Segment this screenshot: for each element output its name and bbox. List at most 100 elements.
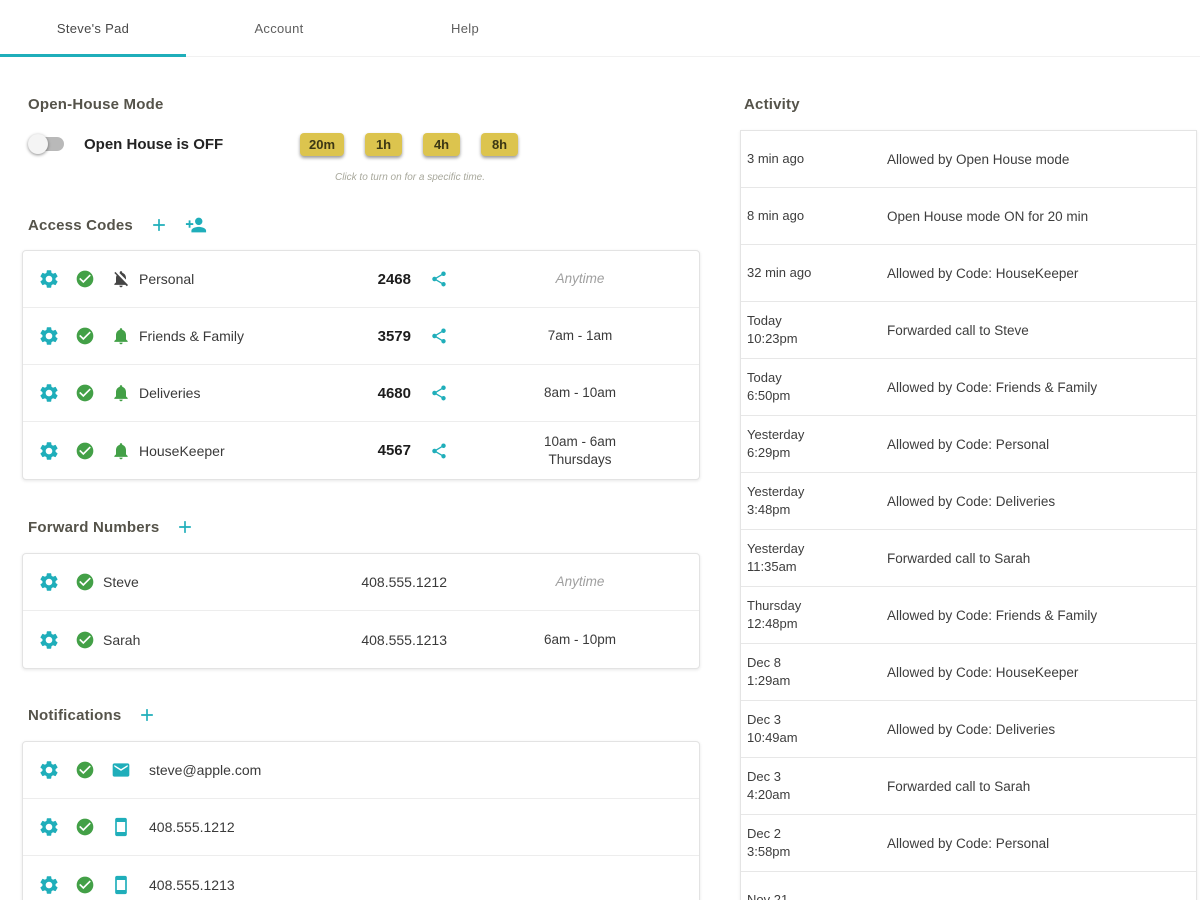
enabled-check-icon[interactable] [67, 383, 103, 403]
activity-time-line2: 11:35am [747, 559, 797, 574]
access-code-schedule: 8am - 10am [461, 384, 699, 402]
forward-numbers-card: Steve 408.555.1212 Anytime Sarah 408.555… [22, 553, 700, 669]
enabled-check-icon[interactable] [67, 441, 103, 461]
activity-time: Dec 8 1:29am [747, 654, 887, 690]
activity-description: Open House mode ON for 20 min [887, 208, 1089, 224]
share-icon[interactable] [417, 384, 461, 402]
access-code-value: 4680 [377, 384, 411, 402]
activity-time: 8 min ago [747, 207, 887, 225]
settings-gear-icon[interactable] [31, 382, 67, 404]
activity-time: Today 10:23pm [747, 312, 887, 348]
activity-row: 8 min ago Open House mode ON for 20 min [741, 188, 1196, 245]
activity-time: Nov 21 [747, 891, 887, 900]
forward-phone-number: 408.555.1212 [361, 574, 447, 590]
schedule-line1: 7am - 1am [547, 328, 613, 343]
forward-schedule: 6am - 10pm [461, 631, 699, 649]
duration-4h-button[interactable]: 4h [423, 133, 461, 156]
activity-row: Nov 21 [741, 872, 1196, 900]
forward-numbers-heading: Forward Numbers [28, 517, 195, 537]
access-code-schedule: Anytime [461, 270, 699, 288]
bell-slot[interactable] [103, 326, 139, 346]
activity-row: Dec 3 4:20am Forwarded call to Sarah [741, 758, 1196, 815]
settings-gear-icon[interactable] [31, 571, 67, 593]
activity-time: Yesterday 6:29pm [747, 426, 887, 462]
duration-8h-button[interactable]: 8h [481, 133, 519, 156]
open-house-toggle[interactable] [28, 133, 66, 155]
schedule-line1: 8am - 10am [543, 385, 617, 400]
settings-gear-icon[interactable] [31, 874, 67, 896]
activity-description: Allowed by Code: Deliveries [887, 721, 1056, 737]
duration-1h-button[interactable]: 1h [365, 133, 403, 156]
activity-description: Allowed by Code: HouseKeeper [887, 664, 1079, 680]
activity-time: Dec 3 10:49am [747, 711, 887, 747]
enabled-check-icon[interactable] [67, 630, 103, 650]
access-codes-card: Personal 2468 Anytime Friends & Family 3… [22, 250, 700, 480]
activity-row: 3 min ago Allowed by Open House mode [741, 131, 1196, 188]
open-house-toggle-row: Open House is OFF [28, 130, 223, 158]
access-code-name: Deliveries [139, 385, 201, 401]
activity-time-line2: 1:29am [747, 673, 791, 688]
notifications-heading: Notifications [28, 705, 157, 725]
tab-bar: Steve's Pad Account Help [0, 0, 1200, 57]
activity-time-line1: Dec 3 [747, 769, 781, 784]
enabled-check-icon[interactable] [67, 817, 103, 837]
open-house-status-label: Open House is OFF [84, 135, 224, 153]
settings-gear-icon[interactable] [31, 440, 67, 462]
activity-description: Forwarded call to Sarah [887, 778, 1031, 794]
phone-icon [111, 817, 131, 837]
enabled-check-icon[interactable] [67, 326, 103, 346]
enabled-check-icon[interactable] [67, 269, 103, 289]
access-code-row: Deliveries 4680 8am - 10am [23, 365, 699, 422]
settings-gear-icon[interactable] [31, 268, 67, 290]
notification-row: 408.555.1213 [23, 856, 699, 900]
access-code-name: HouseKeeper [139, 442, 225, 459]
enabled-check-icon[interactable] [67, 875, 103, 895]
activity-title: Activity [744, 96, 800, 113]
notification-destination: 408.555.1212 [149, 819, 235, 835]
share-icon[interactable] [417, 442, 461, 460]
enabled-check-icon[interactable] [67, 760, 103, 780]
activity-time: Dec 3 4:20am [747, 768, 887, 804]
duration-buttons: 20m 1h 4h 8h [300, 133, 519, 156]
tab-steves-pad[interactable]: Steve's Pad [0, 0, 186, 57]
bell-slot[interactable] [103, 441, 139, 461]
activity-time-line1: Yesterday [747, 541, 805, 556]
share-icon[interactable] [417, 327, 461, 345]
duration-20m-button[interactable]: 20m [300, 133, 345, 156]
settings-gear-icon[interactable] [31, 325, 67, 347]
add-notification-icon[interactable] [137, 705, 157, 725]
add-forward-number-icon[interactable] [175, 517, 195, 537]
activity-description: Allowed by Code: Friends & Family [887, 379, 1098, 395]
activity-time-line2: 3:58pm [747, 844, 791, 859]
access-code-schedule: 7am - 1am [461, 327, 699, 345]
bell-slot[interactable] [103, 383, 139, 403]
bell-off-icon [111, 269, 131, 289]
settings-gear-icon[interactable] [31, 629, 67, 651]
activity-time: Today 6:50pm [747, 369, 887, 405]
settings-gear-icon[interactable] [31, 816, 67, 838]
tab-account[interactable]: Account [186, 0, 372, 56]
settings-gear-icon[interactable] [31, 759, 67, 781]
add-guest-code-icon[interactable] [185, 214, 207, 236]
phone-icon [111, 875, 131, 895]
notification-type-slot [103, 817, 139, 837]
notifications-card: steve@apple.com 408.555.1212 408.555.121… [22, 741, 700, 900]
activity-time: Yesterday 3:48pm [747, 483, 887, 519]
bell-slot[interactable] [103, 269, 139, 289]
add-access-code-icon[interactable] [149, 215, 169, 235]
enabled-check-icon[interactable] [67, 572, 103, 592]
activity-time-line1: Today [747, 370, 782, 385]
activity-time-line2: 12:48pm [747, 616, 798, 631]
activity-time-line1: Today [747, 313, 782, 328]
activity-row: Dec 8 1:29am Allowed by Code: HouseKeepe… [741, 644, 1196, 701]
share-icon[interactable] [417, 270, 461, 288]
activity-time-line1: Yesterday [747, 484, 805, 499]
tab-help[interactable]: Help [372, 0, 558, 56]
access-code-value: 4567 [377, 442, 411, 459]
access-code-name: Personal [139, 271, 195, 287]
activity-description: Forwarded call to Steve [887, 322, 1029, 338]
activity-row: 32 min ago Allowed by Code: HouseKeeper [741, 245, 1196, 302]
schedule-line1: 10am - 6am [543, 433, 617, 449]
activity-description: Allowed by Code: Deliveries [887, 493, 1056, 509]
activity-row: Today 10:23pm Forwarded call to Steve [741, 302, 1196, 359]
